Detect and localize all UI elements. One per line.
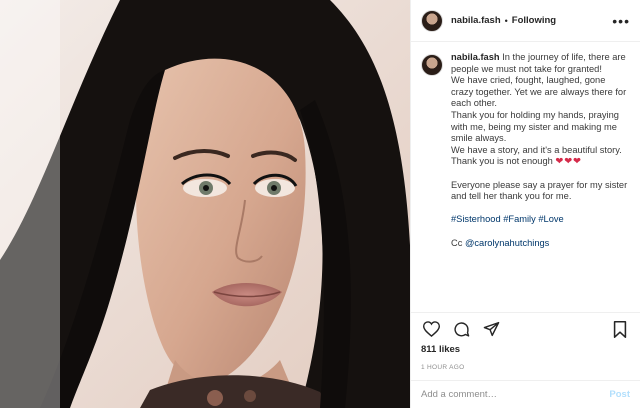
post-header: nabila.fash • Following ••• (411, 0, 640, 42)
hashtags: #Sisterhood #Family #Love (451, 214, 630, 226)
action-icons (421, 315, 630, 343)
cc-prefix: Cc (451, 237, 465, 248)
caption-username[interactable]: nabila.fash (451, 52, 500, 62)
caption-prayer: Everyone please say a prayer for my sist… (451, 179, 628, 202)
more-icon[interactable]: ••• (612, 14, 630, 28)
comment-input[interactable] (421, 389, 610, 400)
bookmark-icon[interactable] (610, 319, 630, 339)
post-timestamp[interactable]: 1 HOUR AGO (421, 364, 630, 371)
hashtag-link[interactable]: #Sisterhood (451, 214, 501, 224)
likes-count[interactable]: 811 likes (421, 344, 630, 355)
add-comment-bar: Post (411, 380, 640, 408)
following-button[interactable]: Following (512, 15, 556, 26)
caption-line-2: We have cried, fought, laughed, gone cra… (451, 75, 627, 109)
share-icon[interactable] (481, 319, 501, 339)
caption-text: nabila.fash In the journey of life, ther… (451, 52, 630, 249)
instagram-post: nabila.fash • Following ••• nabila.fash … (0, 0, 640, 408)
caption-line-4: We have a story, and it's a beautiful st… (451, 144, 622, 155)
caption-avatar[interactable] (421, 54, 443, 76)
comment-icon[interactable] (451, 319, 471, 339)
post-side-panel: nabila.fash • Following ••• nabila.fash … (410, 0, 640, 408)
avatar[interactable] (421, 9, 443, 32)
hearts-emoji: ❤❤❤ (555, 156, 582, 167)
post-photo[interactable] (0, 0, 410, 408)
caption-line-3: Thank you for holding my hands, praying … (451, 109, 619, 144)
comments-section: nabila.fash In the journey of life, ther… (411, 52, 640, 308)
caption: nabila.fash In the journey of life, ther… (421, 52, 630, 249)
photo-illustration (0, 0, 410, 408)
header-separator: • (504, 15, 508, 26)
heart-icon[interactable] (421, 319, 441, 339)
caption-line-5: Thank you is not enough (451, 156, 553, 167)
mention-link[interactable]: @carolynahutchings (465, 238, 549, 248)
hashtag-link[interactable]: #Love (538, 214, 563, 224)
post-comment-button[interactable]: Post (609, 389, 630, 400)
header-username[interactable]: nabila.fash (451, 15, 501, 26)
hashtag-link[interactable]: #Family (503, 214, 536, 224)
